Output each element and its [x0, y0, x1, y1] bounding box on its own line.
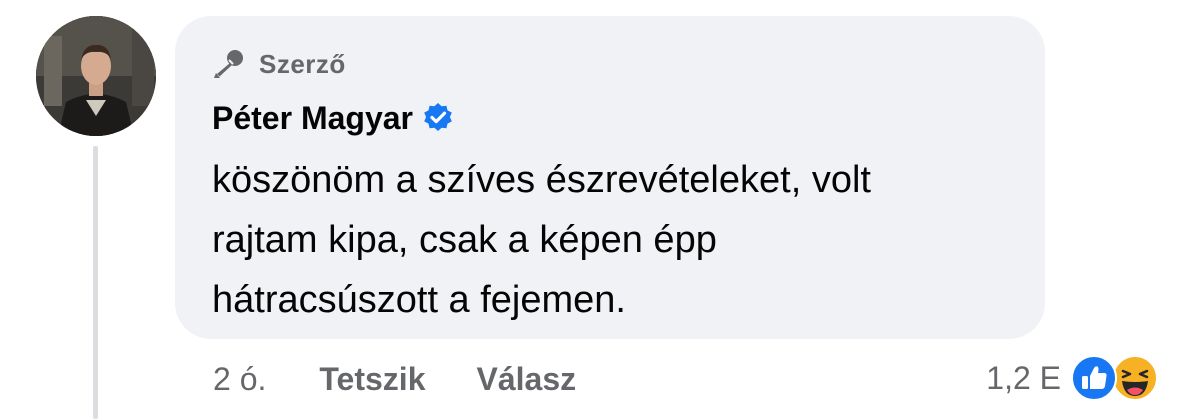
haha-reaction-icon [1112, 355, 1158, 401]
badge-label: Szerző [259, 48, 346, 79]
author-name[interactable]: Péter Magyar [212, 100, 413, 137]
comment-text: köszönöm a szíves észrevételeket, volt ra… [212, 150, 1032, 330]
author-name-row: Péter Magyar [212, 98, 454, 138]
author-badge: Szerző [212, 46, 346, 82]
verified-badge-icon [424, 103, 452, 131]
reply-button[interactable]: Válasz [476, 361, 576, 398]
thread-line [93, 146, 98, 419]
reaction-summary[interactable]: 1,2 E [986, 354, 1159, 402]
comment-line: rajtam kipa, csak a képen épp [212, 219, 717, 261]
author-avatar[interactable] [36, 16, 156, 136]
comment-line: hátracsúszott a fejemen. [212, 279, 626, 321]
reaction-count: 1,2 E [986, 359, 1061, 396]
timestamp[interactable]: 2 ó. [213, 361, 266, 398]
microphone-icon [214, 50, 243, 78]
comment-actions: 2 ó. Tetszik Válasz [213, 356, 576, 402]
like-button[interactable]: Tetszik [319, 361, 425, 398]
avatar-photo [36, 16, 156, 136]
comment-bubble: Szerző Péter Magyar köszönöm a szíves és… [175, 16, 1045, 339]
reaction-icons [1071, 354, 1159, 402]
comment-line: köszönöm a szíves észrevételeket, volt [212, 159, 871, 201]
like-reaction-icon [1071, 355, 1117, 401]
